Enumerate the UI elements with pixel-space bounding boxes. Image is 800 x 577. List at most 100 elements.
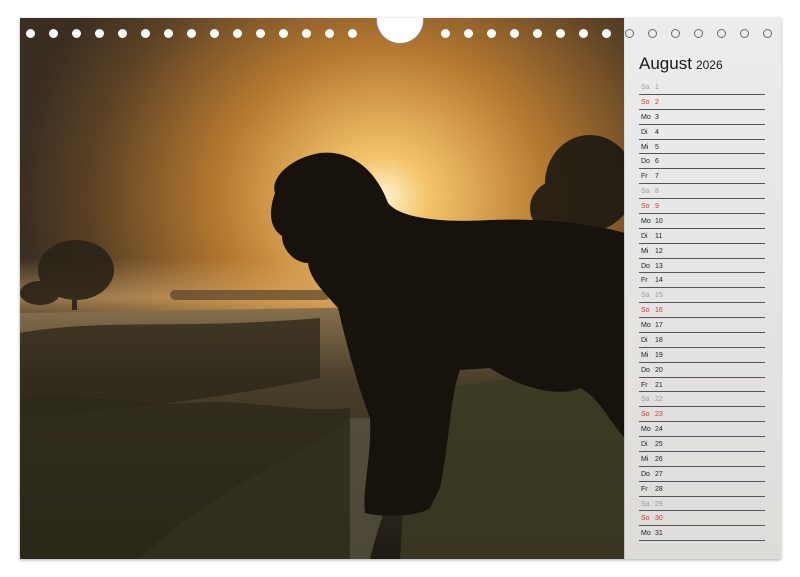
day-number: 8: [655, 188, 659, 196]
day-number: 21: [655, 381, 663, 389]
day-number: 20: [655, 366, 663, 374]
day-weekday: So: [641, 307, 650, 315]
calendar-page: August 2026 Sa 1 So 2 Mo 3 Di 4 Mi 5 Do 6 Fr 7 Sa 8 So 9 Mo…: [20, 18, 781, 559]
binding-hole-icon: [579, 29, 588, 38]
binding-hole-icon: [72, 29, 81, 38]
binding-hole-icon: [325, 29, 334, 38]
day-weekday: Fr: [641, 485, 648, 493]
day-number: 25: [655, 441, 663, 448]
day-number: 26: [655, 455, 663, 463]
binding-hole-icon: [164, 29, 173, 38]
day-row: Mo 24: [639, 422, 765, 437]
day-number: 19: [655, 351, 663, 359]
binding-hole-icon: [95, 29, 104, 38]
day-row: So 30: [639, 511, 765, 527]
day-weekday: Di: [641, 232, 648, 240]
day-number: 22: [655, 396, 663, 404]
day-row: Do 27: [639, 467, 765, 482]
day-row: Sa 15: [639, 288, 765, 304]
day-number: 18: [655, 336, 663, 344]
month-name: August: [639, 54, 692, 73]
day-weekday: Sa: [641, 188, 650, 196]
day-number: 12: [655, 247, 663, 255]
day-row: Sa 1: [639, 80, 765, 95]
day-row: So 23: [639, 407, 765, 423]
day-row: Do 13: [639, 259, 765, 274]
binding-hole-icon: [187, 29, 196, 38]
day-number: 29: [655, 500, 663, 508]
binding-hole-icon: [556, 29, 565, 38]
day-weekday: Do: [641, 262, 650, 270]
binding-hole-icon: [256, 29, 265, 38]
binding-hole-icon: [26, 29, 35, 38]
day-number: 16: [655, 307, 663, 315]
day-row: Mi 5: [639, 140, 765, 155]
day-weekday: Mi: [641, 143, 649, 151]
month-year: 2026: [695, 58, 723, 72]
day-weekday: Mo: [641, 217, 651, 225]
day-row: Mi 26: [639, 452, 765, 467]
day-weekday: Do: [641, 470, 650, 478]
calendar-photo: [20, 18, 625, 559]
day-row: Do 20: [639, 363, 765, 378]
day-weekday: Mi: [641, 455, 649, 463]
binding-hole-icon: [533, 29, 542, 38]
day-weekday: Mi: [641, 351, 649, 359]
day-number: 23: [655, 411, 663, 419]
day-number: 31: [655, 530, 663, 538]
day-number: 11: [655, 232, 663, 240]
day-number: 13: [655, 262, 663, 270]
day-row: Mo 3: [639, 110, 765, 125]
day-weekday: So: [641, 515, 650, 523]
binding-hole-icon: [279, 29, 288, 38]
day-number: 27: [655, 470, 663, 478]
day-row: Di 11: [639, 229, 765, 244]
binding-hole-icon: [464, 29, 473, 38]
day-number: 17: [655, 322, 663, 329]
day-weekday: Mi: [641, 247, 649, 255]
day-row: Mi 19: [639, 348, 765, 363]
binding-hole-icon: [671, 29, 680, 38]
day-number: 14: [655, 277, 663, 285]
binding-hole-icon: [141, 29, 150, 38]
day-row: So 9: [639, 199, 765, 214]
day-number: 2: [655, 98, 659, 106]
day-number: 7: [655, 173, 659, 181]
day-weekday: Mo: [641, 426, 651, 434]
binding-hole-icon: [694, 29, 703, 38]
binding-hole-icon: [740, 29, 749, 38]
binding-hole-icon: [648, 29, 657, 38]
binding-hole-icon: [602, 29, 611, 38]
day-row: Mo 31: [639, 526, 765, 542]
day-row: Di 25: [639, 437, 765, 452]
binding-hole-icon: [441, 29, 450, 38]
binding-hole-icon: [487, 29, 496, 38]
day-number: 9: [655, 203, 659, 210]
binding-hole-icon: [233, 29, 242, 38]
day-weekday: Di: [641, 336, 648, 344]
day-number: 4: [655, 128, 659, 136]
day-weekday: Mo: [641, 113, 651, 121]
day-number: 1: [655, 84, 659, 91]
day-weekday: Sa: [641, 396, 650, 404]
day-weekday: Mo: [641, 322, 651, 329]
day-weekday: So: [641, 98, 650, 106]
day-row: Di 18: [639, 333, 765, 348]
day-row: Fr 7: [639, 169, 765, 185]
day-row: Di 4: [639, 125, 765, 140]
day-row: So 2: [639, 95, 765, 110]
day-number: 30: [655, 515, 663, 523]
day-weekday: Sa: [641, 84, 650, 91]
binding-hole-icon: [717, 29, 726, 38]
binding-hole-icon: [210, 29, 219, 38]
day-row: Sa 8: [639, 184, 765, 199]
day-row: Do 6: [639, 154, 765, 170]
day-list: Sa 1 So 2 Mo 3 Di 4 Mi 5 Do 6 Fr 7 Sa 8 So 9 Mo 10 Di 11 Mi 12 D…: [639, 80, 765, 542]
binding-hole-icon: [49, 29, 58, 38]
day-weekday: Sa: [641, 500, 650, 508]
day-row: Fr 21: [639, 378, 765, 393]
binding-hole-icon: [625, 29, 634, 38]
binding-hole-icon: [302, 29, 311, 38]
day-weekday: So: [641, 411, 650, 419]
day-number: 10: [655, 217, 663, 225]
